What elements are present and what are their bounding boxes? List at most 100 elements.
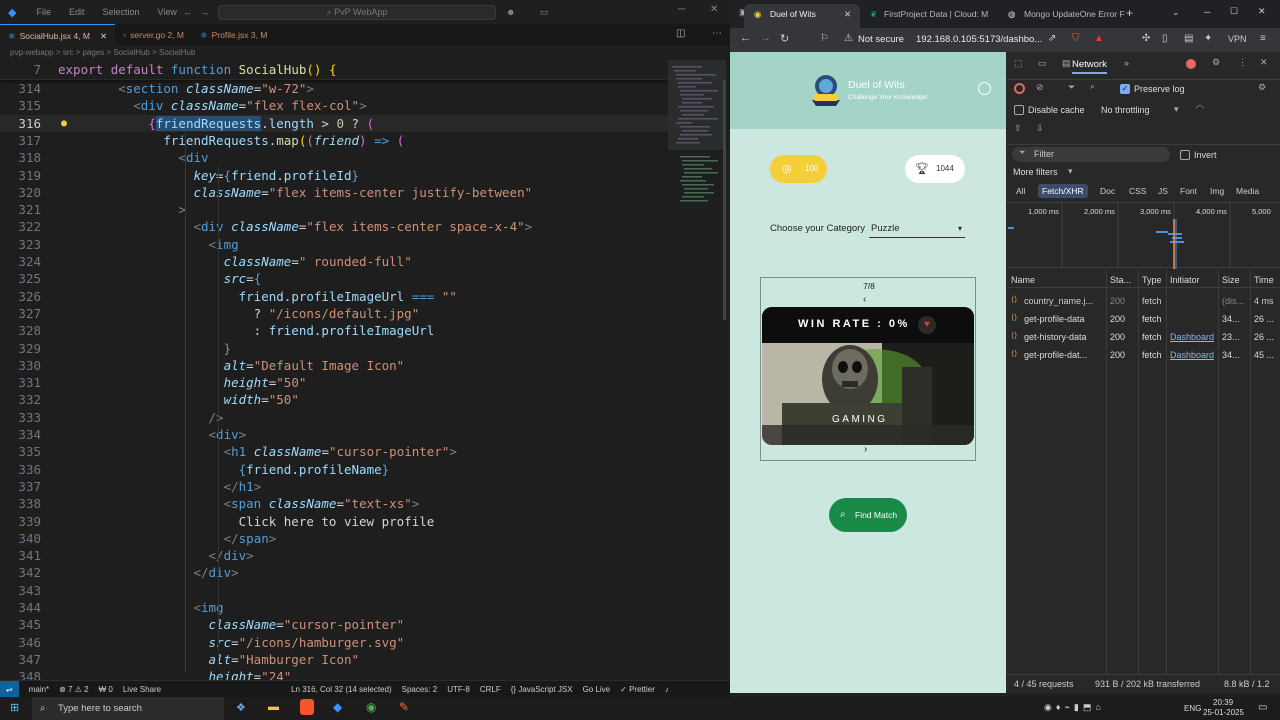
request-initiator[interactable]: Dashboard <box>1170 328 1216 346</box>
category-card[interactable]: WIN RATE : 0% ♥ GAMING <box>762 307 974 445</box>
col-time[interactable]: Time <box>1254 275 1274 285</box>
coins-badge[interactable]: ◎ 100 <box>770 155 827 183</box>
clear-icon[interactable]: ⊘ <box>1036 82 1044 93</box>
brave-shield-icon[interactable]: ⛉ <box>1072 33 1080 44</box>
category-select[interactable]: Puzzle ▾ <box>869 220 965 238</box>
split-editor-icon[interactable]: ◫ <box>676 28 685 39</box>
not-secure-label[interactable]: Not secure <box>858 34 904 45</box>
maximize-button[interactable]: ☐ <box>1230 6 1238 17</box>
chip-img[interactable]: Img <box>1206 184 1228 198</box>
browser-tab-duel-of-wits[interactable]: ◉ Duel of Wits ✕ <box>744 4 860 28</box>
menu-icon[interactable]: ≡ <box>1260 33 1266 44</box>
encoding[interactable]: UTF-8 <box>447 685 470 694</box>
network-timeline[interactable]: 1,000 ms 2,000 ms 3,000 ms 4,000 ms 5,00… <box>1006 202 1280 269</box>
duel-of-wits-logo-icon[interactable] <box>810 72 842 108</box>
more-actions-icon[interactable]: ⋯ <box>712 28 722 39</box>
table-row[interactable]: ⟨⟩ get-history-data 200 fetch Dashboard … <box>1006 328 1280 346</box>
breadcrumb[interactable]: pvp-webapp > src > pages > SocialHub > S… <box>0 46 730 60</box>
forward-icon[interactable]: → <box>760 32 771 44</box>
disable-cache-checkbox[interactable] <box>1014 105 1024 115</box>
copilot-app-icon[interactable]: ❖ <box>236 701 246 714</box>
col-size[interactable]: Size <box>1222 275 1240 285</box>
more-options-icon[interactable]: ⋮ <box>1238 57 1247 68</box>
minimize-button[interactable]: ─ <box>678 4 685 15</box>
close-tab-icon[interactable]: ✕ <box>844 4 851 24</box>
share-icon[interactable]: ⇗ <box>1048 33 1056 44</box>
tray-icons[interactable]: ◉♦⌁▮⬒⌂ <box>1044 702 1105 713</box>
warning-icon[interactable]: ⚠ <box>844 33 853 44</box>
go-live[interactable]: Go Live <box>583 685 611 694</box>
table-row[interactable]: ⟨⟩ country_name.j... 200 fetch (dis... 4… <box>1006 292 1280 310</box>
chip-all[interactable]: All <box>1012 184 1029 198</box>
menu-file[interactable]: File <box>30 7 57 17</box>
problems-count[interactable]: ⊗ 7 ⚠ 2 <box>59 685 88 694</box>
menu-edit[interactable]: Edit <box>63 7 91 17</box>
leo-icon[interactable]: ✦ <box>1204 33 1212 44</box>
tab-server[interactable]: ◦ server.go 2, M <box>115 24 192 46</box>
minimize-button[interactable]: ─ <box>1204 7 1210 17</box>
col-type[interactable]: Type <box>1142 275 1162 285</box>
back-icon[interactable]: ← <box>740 32 751 44</box>
language-indicator[interactable]: ENG <box>1184 704 1201 713</box>
menu-selection[interactable]: Selection <box>97 7 146 17</box>
taskbar-search[interactable]: ⌕ Type here to search <box>32 697 224 720</box>
extensions-icon[interactable]: ✣ <box>1142 33 1150 44</box>
chip-doc[interactable]: Doc <box>1096 184 1119 198</box>
export-har-icon[interactable]: ⇩ <box>1036 123 1044 134</box>
file-explorer-icon[interactable]: ▬ <box>268 701 279 713</box>
find-match-button[interactable]: ⌕ Find Match <box>829 498 907 532</box>
more-filters-button[interactable]: More filters <box>1013 167 1058 177</box>
error-badge-icon[interactable] <box>1186 59 1196 69</box>
profile-avatar[interactable] <box>978 82 991 95</box>
bookmark-icon[interactable]: ⚐ <box>820 33 829 44</box>
layout-icon[interactable]: ▭ <box>540 7 549 18</box>
trophies-badge[interactable]: 🏆︎ 1044 <box>905 155 965 183</box>
chrome-app-icon[interactable]: ◉ <box>366 700 376 714</box>
wallet-icon[interactable]: ▤ <box>1184 33 1193 44</box>
vpn-button[interactable]: VPN <box>1228 34 1247 44</box>
chevron-up-icon[interactable]: ‹ <box>863 294 866 305</box>
browser-tab-mongo-error[interactable]: ◍ Mongo UpdateOne Error F <box>998 4 1128 28</box>
request-initiator[interactable]: Dashboard <box>1170 346 1216 364</box>
wifi-icon[interactable]: ◠ <box>1196 103 1204 114</box>
git-branch[interactable]: main* <box>29 685 49 694</box>
prettier[interactable]: ✓ Prettier <box>620 685 655 694</box>
invert-checkbox[interactable] <box>1180 150 1190 160</box>
windows-start-icon[interactable]: ⊞ <box>10 701 19 714</box>
tab-network[interactable]: Network <box>1072 59 1107 74</box>
more-tabs-icon[interactable]: » <box>1124 58 1129 68</box>
close-window-button[interactable]: ✕ <box>1258 6 1266 17</box>
nav-back-icon[interactable]: ← <box>183 7 192 17</box>
command-center-search[interactable]: ⌕ PvP WebApp <box>218 5 496 20</box>
live-share[interactable]: Live Share <box>123 685 161 694</box>
brave-browser-icon[interactable] <box>300 699 314 715</box>
vscode-logo-icon[interactable]: ◆ <box>8 6 16 19</box>
chip-font[interactable]: Font <box>1176 184 1201 198</box>
sticky-scroll-header[interactable]: 7 export default function SocialHub() { <box>0 60 668 80</box>
ports-count[interactable]: ₩ 0 <box>99 685 113 694</box>
table-row[interactable]: ⟨⟩ get-profile-dat... 200 fetch Dashboar… <box>1006 346 1280 364</box>
tab-search-icon[interactable]: ⌄ <box>1172 7 1180 18</box>
brave-rewards-icon[interactable]: ▲ <box>1094 33 1104 44</box>
filter-input[interactable]: ⏷ Filter <box>1012 147 1170 162</box>
elements-icon[interactable]: ▤ <box>1062 58 1071 69</box>
request-initiator[interactable] <box>1170 292 1216 310</box>
minimap[interactable] <box>668 60 726 680</box>
menu-view[interactable]: View <box>152 7 183 17</box>
notification-icon[interactable]: ▭ <box>1258 702 1267 713</box>
tab-profile[interactable]: ⚛ Profile.jsx 3, M <box>192 24 275 46</box>
tab-socialhub[interactable]: ⚛ SocialHub.jsx 4, M ✕ <box>0 24 116 47</box>
reload-icon[interactable]: ↻ <box>780 32 789 45</box>
nav-forward-icon[interactable]: → <box>200 7 209 17</box>
clock-date[interactable]: 25-01-2025 <box>1203 708 1244 717</box>
throttling-select[interactable]: No throttling <box>1101 105 1150 115</box>
search-icon[interactable]: ⌕ <box>1090 81 1095 92</box>
table-row[interactable]: ⟨⟩ get-profile-data 200 fetch 34... 26 .… <box>1006 310 1280 328</box>
language-mode[interactable]: {} JavaScript JSX <box>511 685 573 694</box>
col-name[interactable]: Name <box>1011 275 1035 285</box>
col-status[interactable]: Sta... <box>1110 275 1131 285</box>
indentation[interactable]: Spaces: 2 <box>402 685 438 694</box>
import-har-icon[interactable]: ⇧ <box>1014 123 1022 134</box>
close-tab-icon[interactable]: ✕ <box>100 25 107 47</box>
vscode-app-icon[interactable]: ◆ <box>333 700 342 714</box>
